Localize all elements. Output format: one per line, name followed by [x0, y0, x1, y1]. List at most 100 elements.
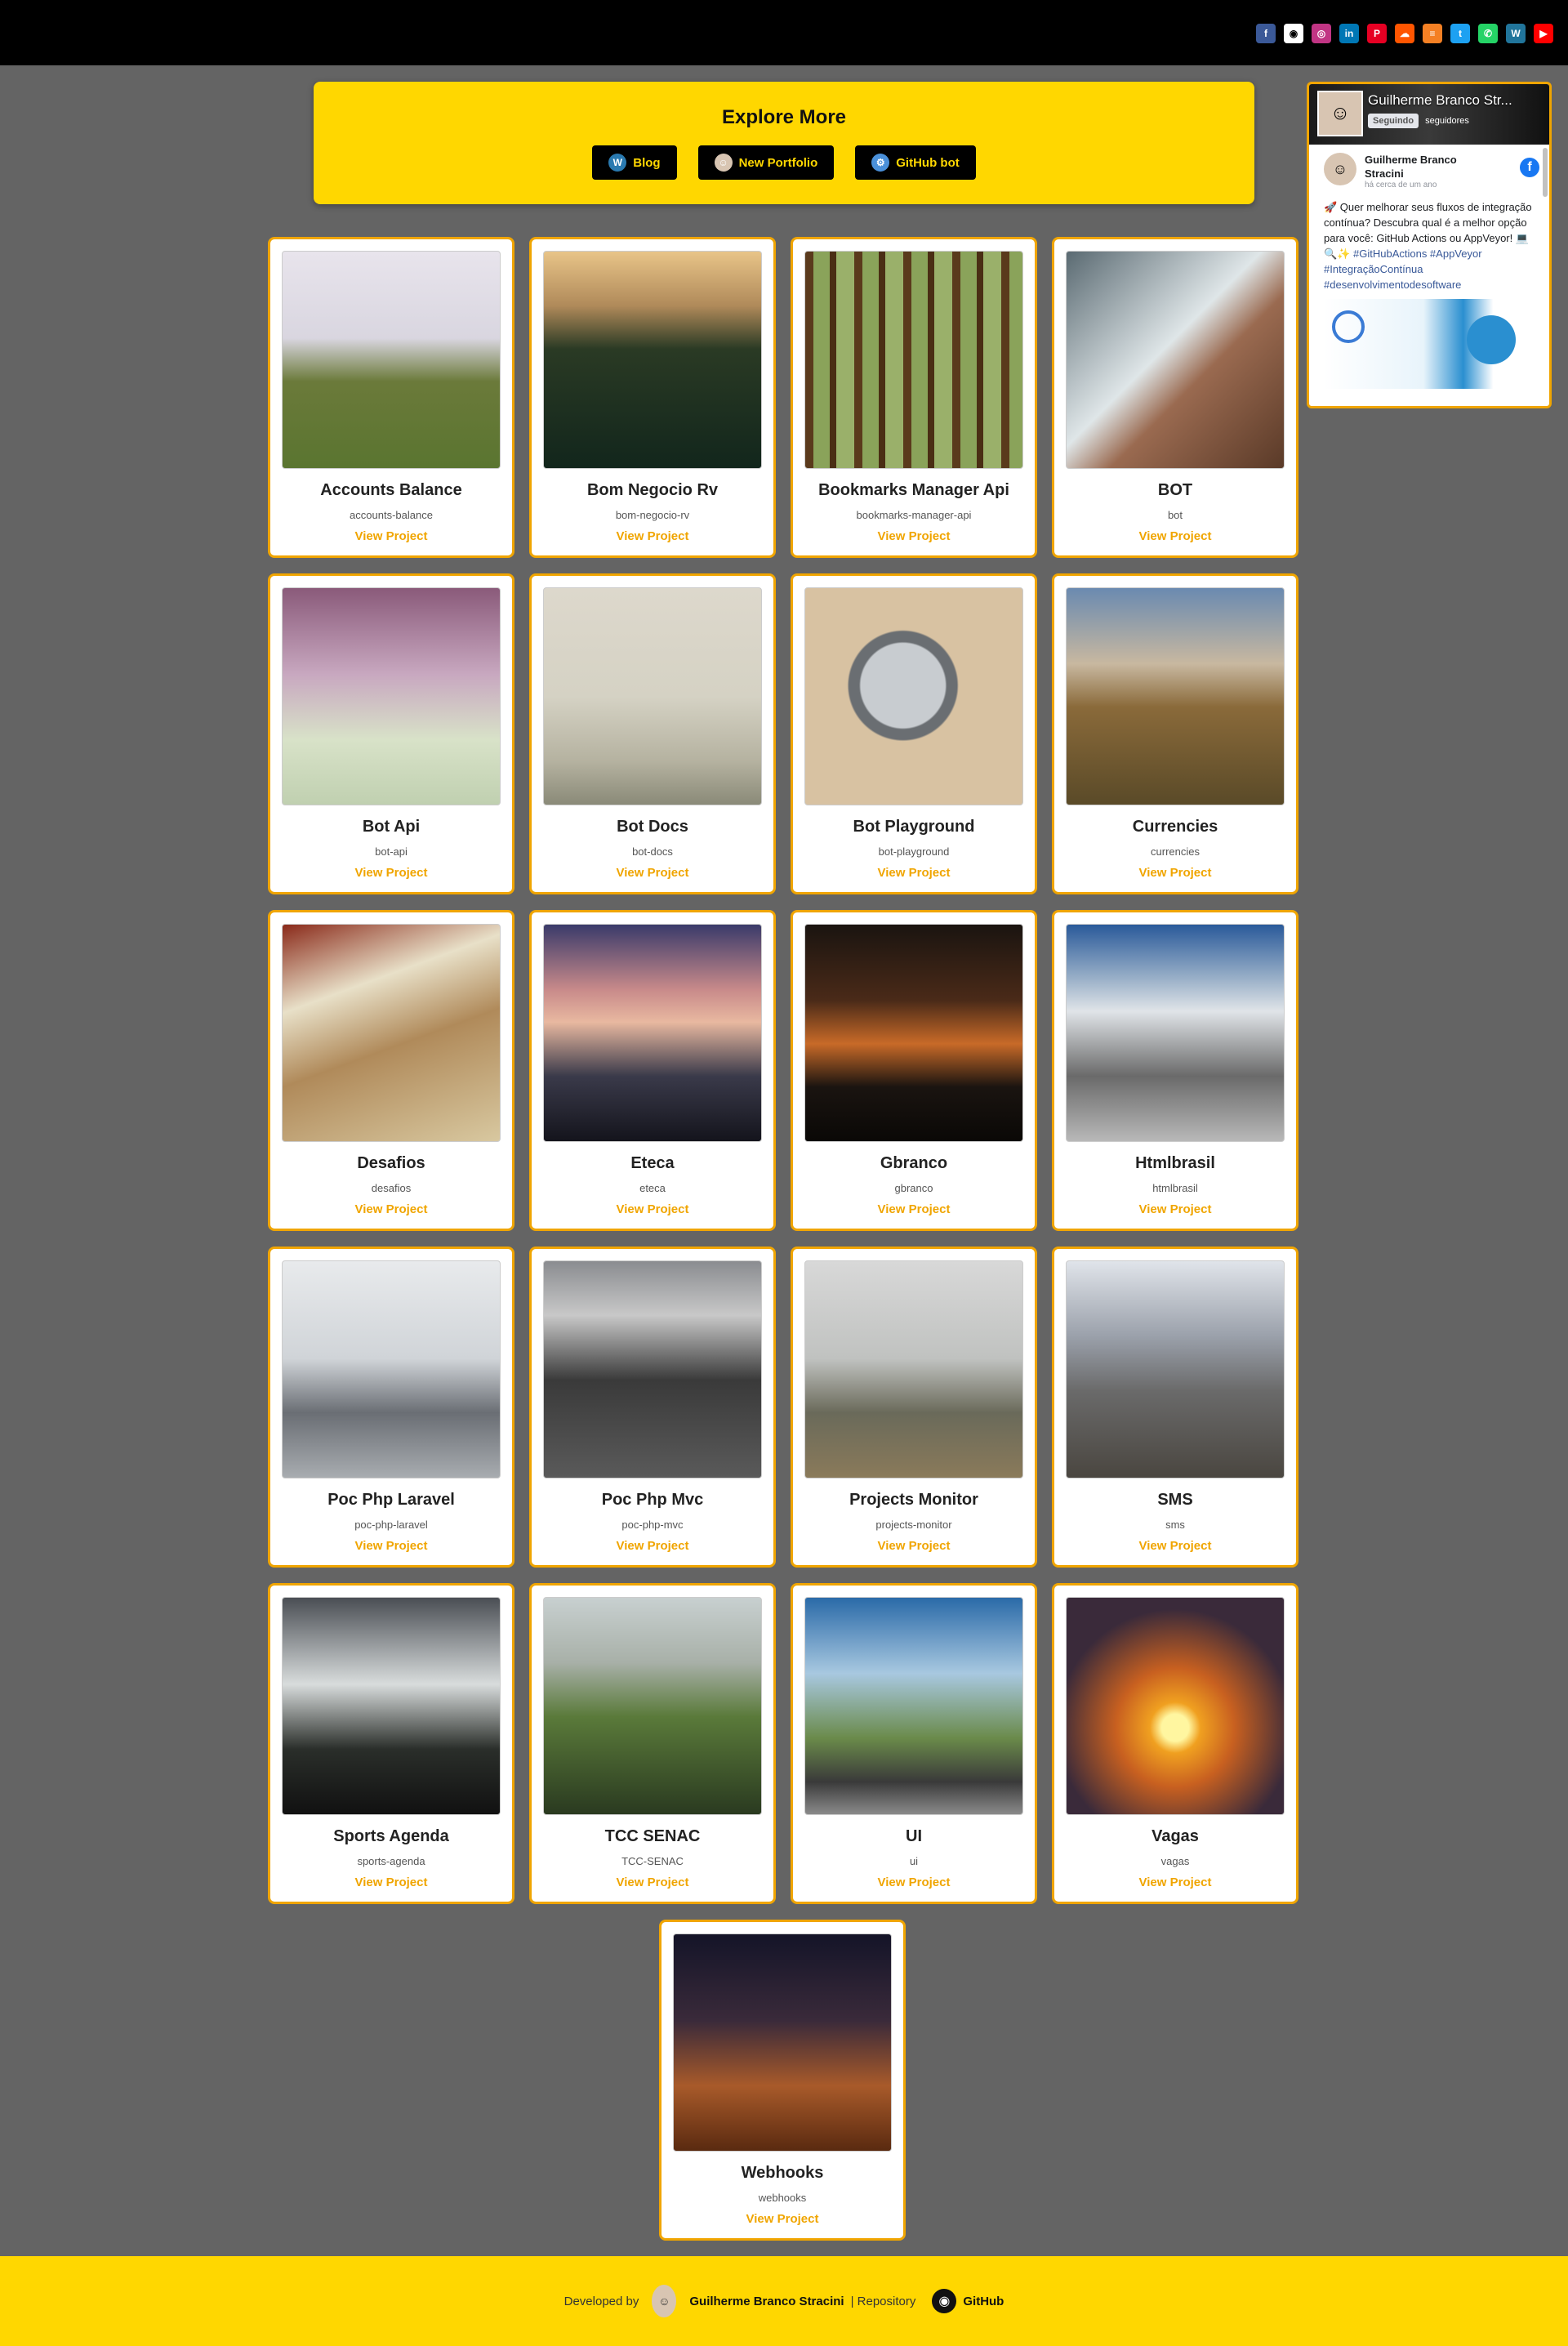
project-slug: bot: [1167, 509, 1183, 521]
page-name[interactable]: Guilherme Branco Str...: [1368, 92, 1512, 109]
view-project-link[interactable]: View Project: [1054, 529, 1296, 543]
view-project-link[interactable]: View Project: [1054, 1202, 1296, 1216]
wordpress-icon[interactable]: W: [1506, 24, 1526, 43]
project-card[interactable]: BOT bot View Project: [1052, 237, 1298, 558]
view-project-link[interactable]: View Project: [270, 1539, 512, 1553]
post-image[interactable]: [1324, 299, 1523, 389]
project-card[interactable]: Htmlbrasil htmlbrasil View Project: [1052, 910, 1298, 1231]
project-card[interactable]: Bot Playground bot-playground View Project: [791, 573, 1037, 894]
project-card[interactable]: Bom Negocio Rv bom-negocio-rv View Project: [529, 237, 776, 558]
pinterest-icon[interactable]: P: [1367, 24, 1387, 43]
new-portfolio-link[interactable]: ☺ New Portfolio: [697, 145, 835, 180]
project-title: Bot Playground: [853, 818, 975, 836]
project-image[interactable]: [1066, 251, 1285, 469]
view-project-link[interactable]: View Project: [532, 1539, 773, 1553]
project-image[interactable]: [282, 924, 501, 1142]
project-image[interactable]: [1066, 1260, 1285, 1479]
project-card[interactable]: Poc Php Mvc poc-php-mvc View Project: [529, 1247, 776, 1568]
facebook-logo-icon[interactable]: f: [1520, 158, 1539, 177]
post-author[interactable]: Guilherme Branco Stracini: [1365, 153, 1487, 181]
view-project-link[interactable]: View Project: [793, 1202, 1035, 1216]
whatsapp-icon[interactable]: ✆: [1478, 24, 1498, 43]
view-project-link[interactable]: View Project: [532, 866, 773, 880]
project-slug: poc-php-laravel: [354, 1519, 428, 1531]
view-project-link[interactable]: View Project: [270, 529, 512, 543]
view-project-link[interactable]: View Project: [1054, 1539, 1296, 1553]
view-project-link[interactable]: View Project: [1054, 866, 1296, 880]
view-project-link[interactable]: View Project: [793, 1539, 1035, 1553]
view-project-link[interactable]: View Project: [1054, 1875, 1296, 1889]
author-avatar: ☺: [652, 2285, 677, 2317]
project-image[interactable]: [543, 251, 762, 469]
github-bot-link[interactable]: ⚙ GitHub bot: [855, 145, 976, 180]
follow-button[interactable]: Seguindo: [1368, 114, 1419, 128]
post-time[interactable]: há cerca de um ano: [1365, 181, 1487, 190]
project-card[interactable]: Desafios desafios View Project: [268, 910, 514, 1231]
page-avatar[interactable]: ☺: [1317, 91, 1363, 136]
bot-icon: ⚙: [871, 154, 890, 172]
project-image[interactable]: [804, 1597, 1023, 1815]
facebook-page-widget[interactable]: ☺ Guilherme Branco Str... Seguindo segui…: [1307, 82, 1552, 408]
author-link[interactable]: Guilherme Branco Stracini: [689, 2295, 844, 2308]
project-card[interactable]: Bookmarks Manager Api bookmarks-manager-a…: [791, 237, 1037, 558]
project-card[interactable]: Eteca eteca View Project: [529, 910, 776, 1231]
project-image[interactable]: [543, 1597, 762, 1815]
project-image[interactable]: [1066, 924, 1285, 1142]
view-project-link[interactable]: View Project: [532, 1875, 773, 1889]
project-image[interactable]: [282, 1597, 501, 1815]
view-project-link[interactable]: View Project: [793, 529, 1035, 543]
project-image[interactable]: [543, 587, 762, 805]
project-image[interactable]: [804, 251, 1023, 469]
project-slug: sms: [1165, 1519, 1185, 1531]
project-image[interactable]: [282, 587, 501, 805]
project-card[interactable]: Projects Monitor projects-monitor View Pro…: [791, 1247, 1037, 1568]
facebook-icon[interactable]: f: [1256, 24, 1276, 43]
project-image[interactable]: [804, 924, 1023, 1142]
project-image[interactable]: [1066, 587, 1285, 805]
github-link[interactable]: GitHub: [963, 2295, 1004, 2308]
blog-link[interactable]: W Blog: [592, 145, 677, 180]
view-project-link[interactable]: View Project: [270, 1875, 512, 1889]
project-card[interactable]: Bot Docs bot-docs View Project: [529, 573, 776, 894]
view-project-link[interactable]: View Project: [662, 2212, 903, 2226]
project-image[interactable]: [543, 1260, 762, 1479]
project-card[interactable]: Vagas vagas View Project: [1052, 1583, 1298, 1904]
stackoverflow-icon[interactable]: ≡: [1423, 24, 1442, 43]
youtube-icon[interactable]: ▶: [1534, 24, 1553, 43]
post-text: 🚀 Quer melhorar seus fluxos de integraçã…: [1324, 201, 1532, 291]
project-image[interactable]: [673, 1933, 892, 2152]
project-title: SMS: [1157, 1491, 1193, 1509]
view-project-link[interactable]: View Project: [270, 1202, 512, 1216]
view-project-link[interactable]: View Project: [532, 529, 773, 543]
project-slug: currencies: [1151, 845, 1200, 858]
project-image[interactable]: [282, 251, 501, 469]
project-card[interactable]: Accounts Balance accounts-balance View Pro…: [268, 237, 514, 558]
linkedin-icon[interactable]: in: [1339, 24, 1359, 43]
project-image[interactable]: [282, 1260, 501, 1479]
project-card[interactable]: TCC SENAC TCC-SENAC View Project: [529, 1583, 776, 1904]
project-card[interactable]: Webhooks webhooks View Project: [659, 1920, 906, 2241]
project-image[interactable]: [804, 1260, 1023, 1479]
view-project-link[interactable]: View Project: [270, 866, 512, 880]
post-avatar[interactable]: ☺: [1324, 153, 1356, 185]
twitter-icon[interactable]: t: [1450, 24, 1470, 43]
project-slug: bot-playground: [878, 845, 950, 858]
github-icon[interactable]: ◉: [932, 2289, 957, 2313]
instagram-icon[interactable]: ◎: [1312, 24, 1331, 43]
view-project-link[interactable]: View Project: [532, 1202, 773, 1216]
project-image[interactable]: [543, 924, 762, 1142]
project-card[interactable]: Poc Php Laravel poc-php-laravel View Proje…: [268, 1247, 514, 1568]
project-card[interactable]: Gbranco gbranco View Project: [791, 910, 1037, 1231]
project-title: Sports Agenda: [333, 1827, 449, 1845]
project-image[interactable]: [1066, 1597, 1285, 1815]
project-image[interactable]: [804, 587, 1023, 805]
github-icon[interactable]: ◉: [1284, 24, 1303, 43]
project-card[interactable]: Currencies currencies View Project: [1052, 573, 1298, 894]
project-card[interactable]: SMS sms View Project: [1052, 1247, 1298, 1568]
view-project-link[interactable]: View Project: [793, 866, 1035, 880]
project-card[interactable]: Bot Api bot-api View Project: [268, 573, 514, 894]
view-project-link[interactable]: View Project: [793, 1875, 1035, 1889]
project-card[interactable]: Sports Agenda sports-agenda View Project: [268, 1583, 514, 1904]
project-card[interactable]: UI ui View Project: [791, 1583, 1037, 1904]
soundcloud-icon[interactable]: ☁: [1395, 24, 1414, 43]
